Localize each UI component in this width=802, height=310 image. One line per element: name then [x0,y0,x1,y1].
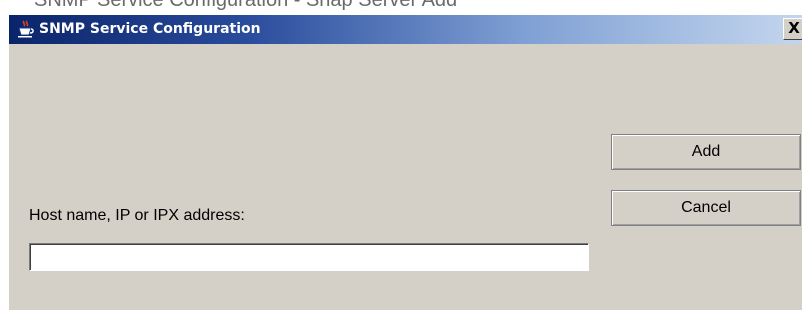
close-icon: X [788,19,800,37]
add-button[interactable]: Add [611,134,801,170]
cancel-button[interactable]: Cancel [611,190,801,226]
cropped-caption: SNMP Service Configuration - Snap Server… [0,0,802,14]
window-title: SNMP Service Configuration [39,21,261,37]
java-cup-icon [18,20,34,38]
title-bar[interactable]: SNMP Service Configuration X [9,15,802,44]
host-field-label: Host name, IP or IPX address: [29,207,245,224]
caption-text: SNMP Service Configuration - Snap Server… [34,0,458,11]
host-address-input[interactable] [29,243,589,271]
close-button[interactable]: X [783,18,802,40]
snmp-config-dialog: SNMP Service Configuration X Add Cancel … [8,14,802,310]
